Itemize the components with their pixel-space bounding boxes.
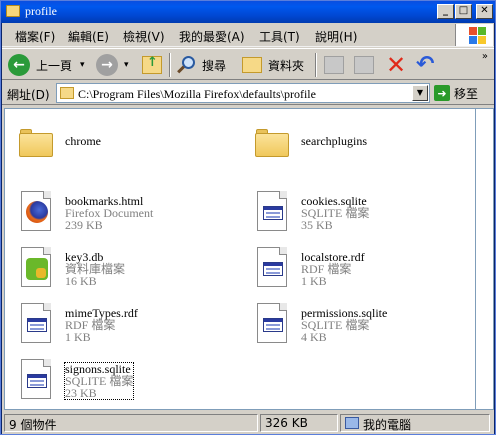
menu-view[interactable]: 檢視(V) — [123, 28, 165, 45]
file-list: chrome searchplugins bookmarks.html Fire… — [4, 108, 476, 410]
document-icon — [257, 191, 287, 231]
menu-edit[interactable]: 編輯(E) — [68, 28, 109, 45]
firefox-document-icon — [21, 191, 51, 231]
menu-file[interactable]: 檔案(F) — [15, 28, 55, 45]
menu-bar: 檔案(F) 編輯(E) 檢視(V) 我的最愛(A) 工具(T) 說明(H) — [2, 23, 494, 47]
folders-button[interactable]: 資料夾 — [242, 52, 304, 78]
file-item-key3[interactable]: key3.db 資料庫檔案 16 KB — [19, 247, 239, 299]
copy-to-icon — [354, 56, 374, 74]
status-location-label: 我的電腦 — [363, 418, 412, 432]
file-size: 239 KB — [65, 218, 103, 232]
explorer-window: profile _ □ ✕ 檔案(F) 編輯(E) 檢視(V) 我的最愛(A) … — [0, 0, 496, 435]
menu-help[interactable]: 說明(H) — [315, 28, 357, 45]
title-bar[interactable]: profile _ □ ✕ — [1, 1, 495, 23]
move-to-icon — [324, 56, 344, 74]
content-right-edge — [476, 108, 494, 410]
menu-tools[interactable]: 工具(T) — [259, 28, 300, 45]
toolbar-separator — [169, 53, 171, 77]
document-icon — [257, 303, 287, 343]
window-title: profile — [25, 4, 57, 18]
folder-icon — [6, 5, 20, 17]
file-size: 1 KB — [301, 274, 327, 288]
address-dropdown-button[interactable]: ▼ — [412, 85, 428, 101]
file-size: 35 KB — [301, 218, 333, 232]
folders-icon — [242, 57, 262, 73]
folder-icon — [19, 129, 53, 157]
go-arrow-icon: ➜ — [434, 85, 450, 101]
search-icon — [176, 55, 196, 75]
window-body: 檔案(F) 編輯(E) 檢視(V) 我的最愛(A) 工具(T) 說明(H) ← … — [2, 23, 494, 434]
file-item-permissions[interactable]: permissions.sqlite SQLITE 檔案 4 KB — [255, 303, 475, 355]
database-puzzle-icon — [21, 247, 51, 287]
up-folder-icon: ↑ — [142, 55, 162, 74]
status-object-count: 9 個物件 — [4, 414, 258, 432]
windows-logo-icon — [455, 24, 493, 46]
minimize-button[interactable]: _ — [437, 4, 454, 19]
file-item-chrome[interactable]: chrome — [19, 121, 239, 173]
file-size: 23 KB — [65, 386, 97, 400]
menu-favorites[interactable]: 我的最愛(A) — [179, 28, 245, 45]
chevron-down-icon: ▾ — [80, 60, 85, 70]
forward-button[interactable]: → ▾ — [96, 52, 129, 78]
copy-to-button[interactable] — [354, 52, 374, 78]
chevron-down-icon: ▾ — [124, 60, 129, 70]
delete-button[interactable]: ✕ — [386, 52, 406, 78]
undo-button[interactable]: ↶ — [416, 52, 434, 78]
file-item-mimetypes[interactable]: mimeTypes.rdf RDF 檔案 1 KB — [19, 303, 239, 355]
back-label: 上一頁 — [36, 58, 73, 73]
status-bar: 9 個物件 326 KB 我的電腦 — [2, 412, 494, 434]
forward-arrow-icon: → — [96, 54, 118, 76]
file-item-localstore[interactable]: localstore.rdf RDF 檔案 1 KB — [255, 247, 475, 299]
file-name: searchplugins — [301, 134, 367, 148]
undo-icon: ↶ — [416, 52, 435, 77]
document-icon — [257, 247, 287, 287]
file-item-searchplugins[interactable]: searchplugins — [255, 121, 475, 173]
my-computer-icon — [345, 417, 359, 429]
toolbar-separator — [315, 53, 317, 77]
file-item-cookies[interactable]: cookies.sqlite SQLITE 檔案 35 KB — [255, 191, 475, 243]
file-size: 1 KB — [65, 330, 91, 344]
delete-x-icon: ✕ — [386, 51, 407, 79]
back-arrow-icon: ← — [8, 54, 30, 76]
close-button[interactable]: ✕ — [476, 4, 493, 19]
folder-icon — [255, 129, 289, 157]
document-icon — [21, 359, 51, 399]
document-icon — [21, 303, 51, 343]
file-size: 16 KB — [65, 274, 97, 288]
address-text: C:\Program Files\Mozilla Firefox\default… — [78, 87, 316, 101]
go-button[interactable]: ➜ 移至 — [434, 84, 478, 102]
file-size: 4 KB — [301, 330, 327, 344]
back-button[interactable]: ← 上一頁 ▾ — [8, 52, 85, 78]
address-bar: 網址(D) C:\Program Files\Mozilla Firefox\d… — [2, 81, 494, 105]
file-item-bookmarks[interactable]: bookmarks.html Firefox Document 239 KB — [19, 191, 239, 243]
maximize-button[interactable]: □ — [455, 4, 472, 19]
file-item-signons[interactable]: signons.sqlite SQLITE 檔案 23 KB — [19, 359, 239, 409]
up-folder-button[interactable]: ↑ — [142, 52, 162, 78]
search-label: 搜尋 — [202, 58, 227, 73]
go-label: 移至 — [454, 86, 479, 101]
toolbar-overflow-chevron-icon[interactable]: » — [482, 51, 488, 62]
address-input[interactable]: C:\Program Files\Mozilla Firefox\default… — [56, 83, 430, 103]
folders-label: 資料夾 — [268, 58, 305, 73]
address-label: 網址(D) — [7, 88, 50, 102]
status-size: 326 KB — [260, 414, 338, 432]
file-name: chrome — [65, 134, 101, 148]
status-location: 我的電腦 — [340, 414, 490, 432]
toolbar: ← 上一頁 ▾ → ▾ ↑ 搜尋 資料夾 ✕ ↶ » — [2, 48, 494, 80]
folder-icon — [60, 87, 74, 99]
move-to-button[interactable] — [324, 52, 344, 78]
search-button[interactable]: 搜尋 — [176, 52, 226, 78]
